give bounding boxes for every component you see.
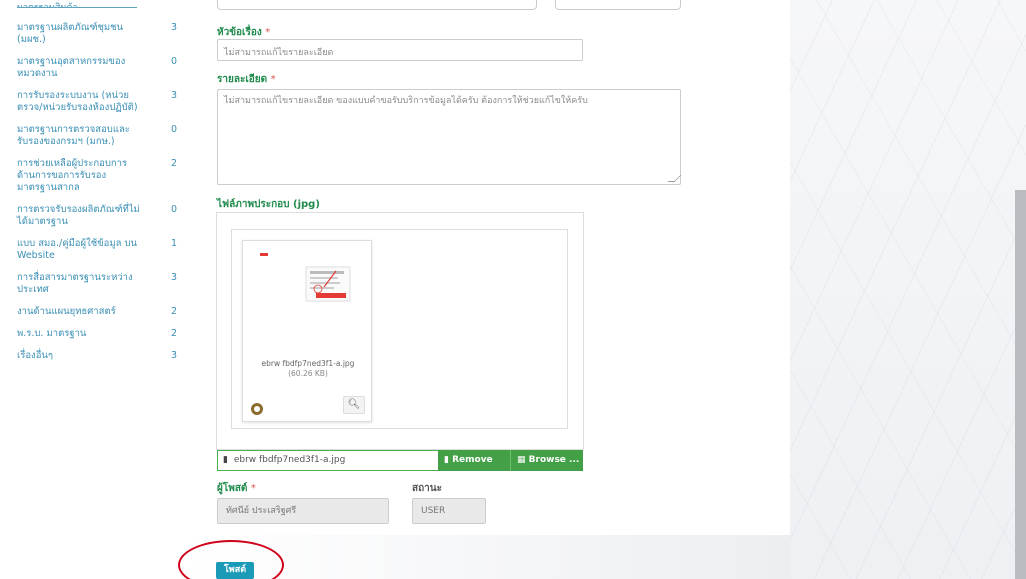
sidebar-item-label: มาตรฐานการตรวจสอบและรับรองของกรมฯ (มกษ.) [17, 124, 130, 147]
file-caption-text: ebrw fbdfp7ned3f1-a.jpg [233, 455, 346, 465]
owner-label-text: ผู้โพสต์ [217, 483, 248, 494]
previous-field-input[interactable] [217, 0, 537, 10]
gear-icon[interactable] [251, 403, 263, 415]
sidebar-item-count: 0 [170, 56, 177, 67]
folder-icon: ▦ [517, 455, 526, 465]
thumbnail-caption: ebrw fbdfp7ned3f1-a.jpg (60.26 KB) [249, 359, 367, 379]
sidebar-item-count: 2 [170, 306, 177, 317]
sidebar-item-count: 3 [170, 272, 177, 283]
owner-field: ทัศนีย์ ประเสริฐศรี [217, 498, 389, 524]
post-edit-form: หัวข้อเรื่อง * ไม่สามารถแก้ไขรายละเอียด … [195, 0, 790, 579]
owner-label: ผู้โพสต์ * [217, 481, 256, 496]
file-upload-preview: ebrw fbdfp7ned3f1-a.jpg (60.26 KB) 🔍︎ [216, 212, 584, 450]
sidebar-item-count: 3 [170, 22, 177, 33]
zoom-button[interactable]: 🔍︎ [343, 396, 365, 414]
sidebar-item-label: พ.ร.บ. มาตรฐาน [17, 328, 87, 339]
required-mark: * [265, 27, 271, 38]
sidebar-item-count: 2 [170, 328, 177, 339]
sidebar-item-label: มาตรฐานอุตสาหกรรมของหมวดงาน [17, 56, 126, 79]
previous-field-select[interactable] [555, 0, 681, 10]
browse-button[interactable]: ▦ Browse ... [511, 450, 583, 471]
sidebar-item[interactable]: แบบ สมอ./คู่มือผู้ใช้ข้อมูล บน Website 1 [17, 238, 177, 262]
sidebar-item-count: 3 [170, 90, 177, 101]
file-input-group: ▮ ebrw fbdfp7ned3f1-a.jpg ▮ Remove ▦ Bro… [217, 450, 583, 471]
status-label: สถานะ [412, 483, 442, 494]
category-sidebar: มาตรฐานสินค้า มาตรฐานผลิตภัณฑ์ชุมชน (มผช… [0, 0, 195, 579]
required-mark: * [250, 483, 256, 494]
page-scrollbar[interactable] [1015, 190, 1026, 579]
image-thumbnail-card: ebrw fbdfp7ned3f1-a.jpg (60.26 KB) 🔍︎ [242, 240, 372, 422]
image-label: ไฟล์ภาพประกอบ (jpg) [217, 199, 320, 210]
sidebar-item[interactable]: มาตรฐานอุตสาหกรรมของหมวดงาน 0 [17, 56, 177, 80]
sidebar-item-count: 0 [170, 124, 177, 135]
sidebar-item[interactable]: การตรวจรับรองผลิตภัณฑ์ที่ไม่ได้มาตรฐาน 0 [17, 204, 177, 228]
required-mark: * [270, 74, 276, 85]
sidebar-item-label: มาตรฐานผลิตภัณฑ์ชุมชน (มผช.) [17, 22, 124, 45]
sidebar-item-label: การรับรองระบบงาน (หน่วยตรวจ/หน่วยรับรองห… [17, 90, 138, 113]
title-label: หัวข้อเรื่อง * [217, 25, 270, 40]
status-field: USER [412, 498, 486, 524]
sidebar-item-label: การช่วยเหลือผู้ประกอบการด้านการขอการรับร… [17, 158, 128, 193]
file-caption[interactable]: ▮ ebrw fbdfp7ned3f1-a.jpg [217, 450, 438, 471]
sidebar-item-label: การสื่อสารมาตรฐานระหว่างประเทศ [17, 272, 133, 295]
thumbnail-filename: ebrw fbdfp7ned3f1-a.jpg [261, 359, 355, 368]
sidebar-item[interactable]: เรื่องอื่นๆ 3 [17, 350, 177, 362]
sidebar-item[interactable]: มาตรฐานผลิตภัณฑ์ชุมชน (มผช.) 3 [17, 22, 177, 46]
category-list: มาตรฐานผลิตภัณฑ์ชุมชน (มผช.) 3 มาตรฐานอุ… [17, 22, 177, 372]
zoom-icon: 🔍︎ [347, 399, 361, 410]
detail-text: ไม่สามารถแก้ไขรายละเอียด ของแบบคำขอรับบร… [224, 96, 588, 106]
sidebar-item-label: แบบ สมอ./คู่มือผู้ใช้ข้อมูล บน Website [17, 238, 137, 261]
file-icon: ▮ [223, 455, 228, 465]
sidebar-item[interactable]: การสื่อสารมาตรฐานระหว่างประเทศ 3 [17, 272, 177, 296]
trash-icon: ▮ [444, 455, 449, 465]
remove-button[interactable]: ▮ Remove [438, 450, 511, 471]
thumbnail-filesize: (60.26 KB) [288, 369, 328, 378]
sidebar-item[interactable]: งานด้านแผนยุทธศาสตร์ 2 [17, 306, 177, 318]
sidebar-item-count: 0 [170, 204, 177, 215]
resize-grip-icon[interactable] [667, 175, 682, 182]
page-background-pattern [790, 0, 1026, 579]
sidebar-item-label: การตรวจรับรองผลิตภัณฑ์ที่ไม่ได้มาตรฐาน [17, 204, 140, 227]
remove-label: Remove [452, 455, 493, 465]
sidebar-item[interactable]: มาตรฐานการตรวจสอบและรับรองของกรมฯ (มกษ.)… [17, 124, 177, 148]
detail-label-text: รายละเอียด [217, 74, 268, 85]
sidebar-cut-label[interactable]: มาตรฐานสินค้า [17, 0, 137, 8]
thumbnail-image [258, 249, 358, 329]
title-input[interactable]: ไม่สามารถแก้ไขรายละเอียด [217, 39, 583, 61]
browse-label: Browse ... [528, 455, 580, 465]
title-label-text: หัวข้อเรื่อง [217, 27, 262, 38]
preview-frame: ebrw fbdfp7ned3f1-a.jpg (60.26 KB) 🔍︎ [231, 229, 568, 429]
sidebar-item[interactable]: การรับรองระบบงาน (หน่วยตรวจ/หน่วยรับรองห… [17, 90, 177, 114]
sidebar-item-count: 3 [170, 350, 177, 361]
detail-textarea[interactable]: ไม่สามารถแก้ไขรายละเอียด ของแบบคำขอรับบร… [217, 89, 682, 185]
sidebar-item-label: เรื่องอื่นๆ [17, 350, 53, 361]
sidebar-item-count: 2 [170, 158, 177, 169]
sidebar-item[interactable]: การช่วยเหลือผู้ประกอบการด้านการขอการรับร… [17, 158, 177, 194]
sidebar-item-count: 1 [170, 238, 177, 249]
sidebar-item-label: งานด้านแผนยุทธศาสตร์ [17, 306, 116, 317]
detail-label: รายละเอียด * [217, 72, 276, 87]
sidebar-item[interactable]: พ.ร.บ. มาตรฐาน 2 [17, 328, 177, 340]
